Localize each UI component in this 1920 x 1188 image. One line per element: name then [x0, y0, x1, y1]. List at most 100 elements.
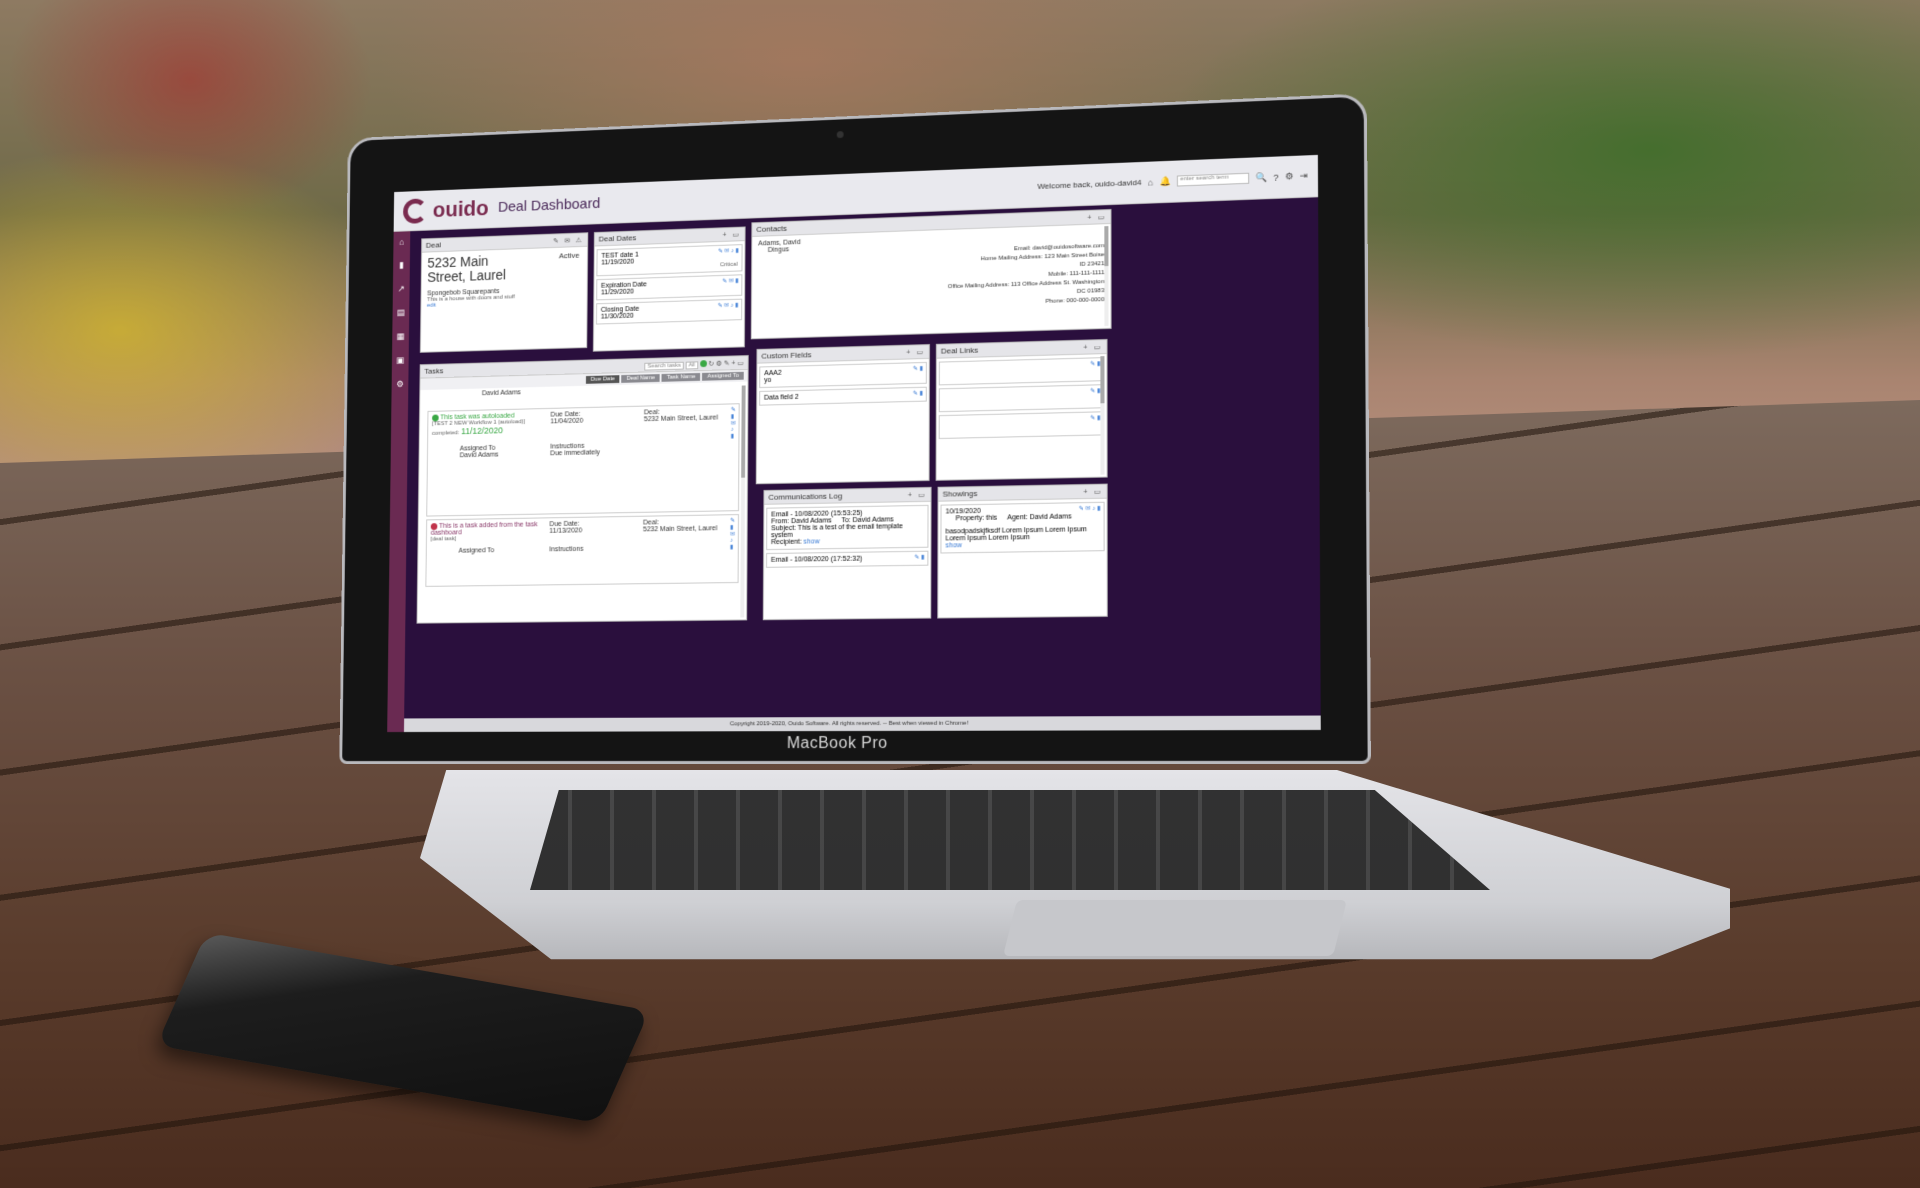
deal-panel: Deal ✎ ✉ ⚠ 5232 Main Street, Laurel Acti… — [419, 232, 589, 353]
contacts-panel-controls[interactable]: + ▭ — [1087, 213, 1106, 222]
task-actions[interactable]: ✎ ▮ ✉ ♪ ▮ — [730, 517, 735, 551]
contacts-panel: Contacts + ▭ Adams, David Dingus Email: … — [750, 208, 1112, 340]
custom-field-label: Data field 2 — [764, 393, 799, 402]
calendar-nav-icon[interactable]: ▦ — [397, 331, 405, 342]
deal-link-card[interactable]: ✎ ▮ — [938, 411, 1105, 440]
date-card[interactable]: TEST date 1 11/19/2020 Critical ✎ ✉ ♪ ▮ — [596, 244, 743, 277]
task-actions[interactable]: ✎ ▮ ✉ ♪ ▮ — [731, 406, 736, 439]
comm-log-actions[interactable]: ✎ ▮ — [914, 554, 924, 561]
task-deal[interactable]: 5232 Main Street, Laurel — [644, 414, 735, 424]
showings-controls[interactable]: + ▭ — [1083, 487, 1102, 495]
deal-link-actions[interactable]: ✎ ▮ — [1090, 387, 1100, 394]
showing-property: Property: this — [955, 514, 998, 523]
task-assigned-value: David Adams — [459, 451, 499, 460]
notification-bell-icon[interactable]: 🔔 — [1159, 176, 1171, 187]
deal-links-scrollbar[interactable] — [1100, 356, 1105, 475]
webcam — [836, 131, 844, 139]
contacts-scrollbar[interactable] — [1104, 226, 1109, 327]
comm-log-show-link[interactable]: show — [804, 538, 820, 545]
showing-agent: Agent: David Adams — [1007, 513, 1072, 522]
sort-task-name[interactable]: Task Name — [661, 372, 701, 382]
communications-log-panel: Communications Log + ▭ Email - 10/08/202… — [762, 486, 932, 621]
deals-nav-icon[interactable]: ▮ — [399, 260, 404, 271]
showing-actions[interactable]: ✎ ✉ ♪ ▮ — [1079, 505, 1101, 512]
laptop-trackpad — [1003, 900, 1347, 956]
contact-details: Email: david@ouidosoftware.com Home Mail… — [758, 242, 1105, 316]
home-nav-icon[interactable]: ⌂ — [399, 237, 404, 247]
sort-due-date[interactable]: Due Date — [585, 375, 620, 384]
custom-fields-panel: Custom Fields + ▭ AAA2 yo ✎ ▮ Data field… — [755, 344, 930, 485]
laptop-keyboard — [530, 790, 1490, 890]
deal-status: Active — [558, 250, 580, 261]
app-footer: Copyright 2019-2020, Ouido Software. All… — [403, 715, 1321, 733]
task-due-date: 11/04/2020 — [550, 417, 584, 426]
date-actions[interactable]: ✎ ✉ ♪ ▮ — [718, 302, 739, 309]
custom-field-card[interactable]: Data field 2 ✎ ▮ — [759, 386, 927, 406]
comm-log-card[interactable]: Email - 10/08/2020 (15:53:25) From: Davi… — [766, 504, 929, 551]
app-screen: ouido Deal Dashboard Welcome back, ouido… — [387, 154, 1321, 733]
task-deal[interactable]: 5232 Main Street, Laurel — [643, 525, 734, 533]
header-tools: Welcome back, ouido-david4 ⌂ 🔔 enter sea… — [1037, 170, 1307, 191]
sort-deal-name[interactable]: Deal Name — [621, 374, 661, 383]
page-title: Deal Dashboard — [497, 195, 601, 216]
deal-panel-controls[interactable]: ✎ ✉ ⚠ — [553, 236, 583, 245]
custom-field-card[interactable]: AAA2 yo ✎ ▮ — [759, 361, 927, 389]
custom-fields-title: Custom Fields — [761, 350, 812, 361]
showing-card[interactable]: 10/19/2020 Property: this Agent: David A… — [940, 501, 1105, 554]
contacts-nav-icon[interactable]: ▣ — [396, 355, 404, 366]
comm-log-card[interactable]: Email - 10/08/2020 (17:52:32) ✎ ▮ — [766, 550, 929, 568]
deal-dates-panel: Deal Dates + ▭ TEST date 1 11/19/2020 Cr… — [592, 226, 746, 352]
date-actions[interactable]: ✎ ✉ ♪ ▮ — [718, 247, 739, 255]
custom-fields-controls[interactable]: + ▭ — [906, 348, 925, 356]
task-completed-label: completed: — [431, 430, 460, 438]
sidebar: ⌂ ▮ ↗ ▤ ▦ ▣ ⚙ — [387, 231, 411, 733]
showings-title: Showings — [942, 489, 978, 499]
deal-link-actions[interactable]: ✎ ▮ — [1090, 360, 1100, 367]
task-complete-icon[interactable] — [432, 414, 439, 422]
sort-assigned-to[interactable]: Assigned To — [702, 371, 744, 381]
date-card[interactable]: Expiration Date 11/29/2020 ✎ ✉ ▮ — [596, 274, 743, 301]
home-icon[interactable]: ⌂ — [1148, 177, 1154, 187]
deal-link-card[interactable]: ✎ ▮ — [938, 357, 1105, 386]
task-completed-date: 11/12/2020 — [461, 425, 503, 437]
comm-log-controls[interactable]: + ▭ — [908, 490, 927, 498]
settings-nav-icon[interactable]: ⚙ — [396, 379, 404, 390]
custom-field-actions[interactable]: ✎ ▮ — [913, 390, 923, 397]
settings-icon[interactable]: ⚙ — [1285, 171, 1293, 182]
task-instructions-label: Instructions — [549, 546, 584, 554]
task-workflow: [deal task] — [430, 536, 457, 543]
ouido-logo-icon[interactable] — [402, 197, 428, 224]
task-search-input[interactable]: Search tasks — [644, 361, 684, 371]
tasks-panel: Tasks Search tasks All ↻ ⚙ ✎ + ▭ Due Dat… — [416, 355, 749, 624]
tasks-nav-icon[interactable]: ▤ — [397, 308, 405, 319]
task-card[interactable]: This task was autoloaded [TEST 2 NEW Wor… — [426, 403, 740, 517]
task-due-date: 11/13/2020 — [549, 527, 583, 535]
custom-field-actions[interactable]: ✎ ▮ — [913, 365, 923, 372]
laptop-lid: MacBook Pro ouido Deal Dashboard Welcome… — [339, 93, 1371, 764]
deal-links-controls[interactable]: + ▭ — [1083, 343, 1102, 352]
complete-icon[interactable] — [699, 360, 707, 368]
deal-link-actions[interactable]: ✎ ▮ — [1090, 414, 1100, 421]
task-card[interactable]: This is a task added from the task dashb… — [425, 514, 739, 587]
task-toolbar-icons[interactable]: ↻ ⚙ ✎ + ▭ — [708, 360, 743, 368]
deal-panel-title: Deal — [425, 240, 442, 250]
deal-dates-controls[interactable]: + ▭ — [723, 230, 741, 238]
device-brand-label: MacBook Pro — [786, 734, 888, 753]
task-incomplete-icon[interactable] — [430, 523, 438, 530]
deal-dates-title: Deal Dates — [598, 233, 637, 244]
task-filter-select[interactable]: All — [685, 360, 698, 370]
chart-nav-icon[interactable]: ↗ — [398, 284, 405, 295]
deal-link-card[interactable]: ✎ ▮ — [938, 384, 1105, 413]
task-assigned-label: Assigned To — [458, 547, 495, 555]
deal-address: 5232 Main Street, Laurel — [427, 253, 506, 285]
help-icon[interactable]: ? — [1273, 172, 1278, 182]
showings-panel: Showings + ▭ 10/19/2020 Property: this A… — [937, 483, 1108, 619]
comm-log-entry-title: Email - 10/08/2020 (17:52:32) — [770, 555, 863, 564]
global-search-input[interactable]: enter search term — [1177, 172, 1250, 187]
search-icon[interactable]: 🔍 — [1256, 172, 1268, 184]
date-card[interactable]: Closing Date 11/30/2020 ✎ ✉ ♪ ▮ — [595, 298, 743, 325]
deal-links-title: Deal Links — [940, 345, 979, 356]
logout-icon[interactable]: ⇥ — [1300, 170, 1308, 181]
comm-log-recipient: Recipient: — [771, 538, 802, 547]
date-actions[interactable]: ✎ ✉ ▮ — [722, 277, 738, 284]
